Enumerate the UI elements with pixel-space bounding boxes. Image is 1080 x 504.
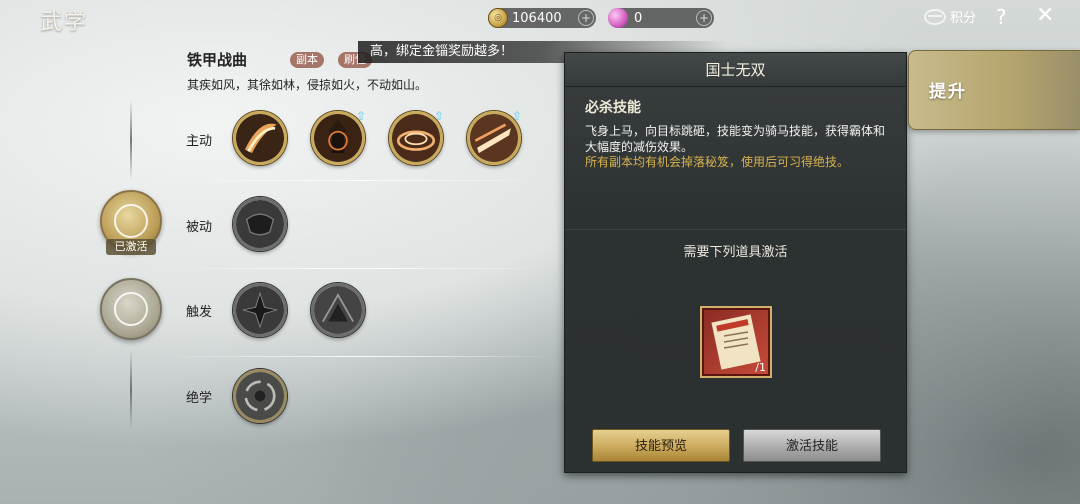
tower-skill-icon — [314, 114, 362, 162]
skill-set-motto: 其疾如风，其徐如林，侵掠如火，不动如山。 — [187, 78, 428, 92]
skill-type: 必杀技能 — [585, 100, 641, 116]
skill-preview-button[interactable]: 技能预览 — [592, 429, 730, 462]
trigger-skill-1[interactable] — [233, 283, 287, 337]
tree-line-top — [130, 100, 132, 180]
gold-amount: 106400 — [512, 10, 562, 26]
add-gem-button[interactable]: + — [696, 10, 712, 26]
help-button[interactable]: ? — [996, 5, 1007, 29]
row-label-passive: 被动 — [186, 220, 213, 235]
gem-amount: 0 — [634, 10, 643, 26]
item-count: /1 — [755, 361, 766, 374]
skill-hint: 所有副本均有机会掉落秘笈，使用后可习得绝技。 — [585, 155, 850, 169]
passive-skill-1[interactable] — [233, 197, 287, 251]
skill-detail-panel: 国士无双 必杀技能 飞身上马，向目标跳砸，技能变为骑马技能，获得霸体和大幅度的减… — [564, 52, 907, 473]
gem-icon — [608, 8, 628, 28]
vortex-skill-icon — [236, 372, 284, 420]
slash-skill-icon — [236, 114, 284, 162]
coin-icon: ◎ — [488, 8, 508, 28]
panel-divider — [565, 229, 906, 230]
row-divider — [160, 180, 555, 181]
active-skill-1[interactable] — [233, 111, 287, 165]
skill-description: 飞身上马，向目标跳砸，技能变为骑马技能，获得霸体和大幅度的减伤效果。 — [585, 124, 886, 154]
tag-dungeon: 副本 — [290, 52, 324, 68]
charge-skill-icon — [470, 114, 518, 162]
row-divider — [160, 268, 555, 269]
close-button[interactable]: ✕ — [1036, 3, 1054, 28]
armor-skill-icon — [236, 200, 284, 248]
upgrade-arrow-icon: ⇧ — [434, 109, 445, 123]
tab-upgrade-label: 提升 — [929, 82, 967, 102]
row-label-ultimate: 绝学 — [186, 391, 213, 406]
upgrade-arrow-icon: ⇧ — [512, 109, 523, 123]
score-icon — [924, 8, 946, 25]
add-gold-button[interactable]: + — [578, 10, 594, 26]
activate-skill-button[interactable]: 激活技能 — [743, 429, 881, 462]
row-label-trigger: 触发 — [186, 305, 213, 320]
skill-detail-title: 国士无双 — [565, 53, 906, 87]
hand-icon — [114, 292, 148, 326]
skill-set-badge-2[interactable] — [100, 278, 162, 340]
activated-badge: 已激活 — [106, 239, 156, 255]
gold-currency: ◎ 106400 + — [488, 8, 596, 28]
row-label-active: 主动 — [186, 134, 213, 149]
score-label: 积分 — [950, 11, 977, 26]
required-item-slot[interactable]: /1 — [700, 306, 772, 378]
top-bar: 武学 ◎ 106400 + 0 + 积分 ? ✕ — [0, 0, 1080, 36]
upgrade-arrow-icon: ⇧ — [356, 109, 367, 123]
shockwave-skill-icon — [314, 286, 362, 334]
whirl-skill-icon — [392, 114, 440, 162]
skill-set-name: 铁甲战曲 — [187, 51, 248, 69]
score-button[interactable]: 积分 — [924, 7, 976, 26]
gem-currency: 0 + — [608, 8, 714, 28]
ultimate-skill-1[interactable] — [233, 369, 287, 423]
brush-icon — [114, 204, 148, 238]
requirement-text: 需要下列道具激活 — [683, 245, 788, 260]
trigger-skill-2[interactable] — [311, 283, 365, 337]
tree-line-bottom — [130, 350, 132, 430]
row-divider — [160, 356, 555, 357]
burst-skill-icon — [236, 286, 284, 334]
page-title: 武学 — [40, 10, 89, 35]
tab-upgrade[interactable]: 提升 — [908, 50, 1080, 130]
